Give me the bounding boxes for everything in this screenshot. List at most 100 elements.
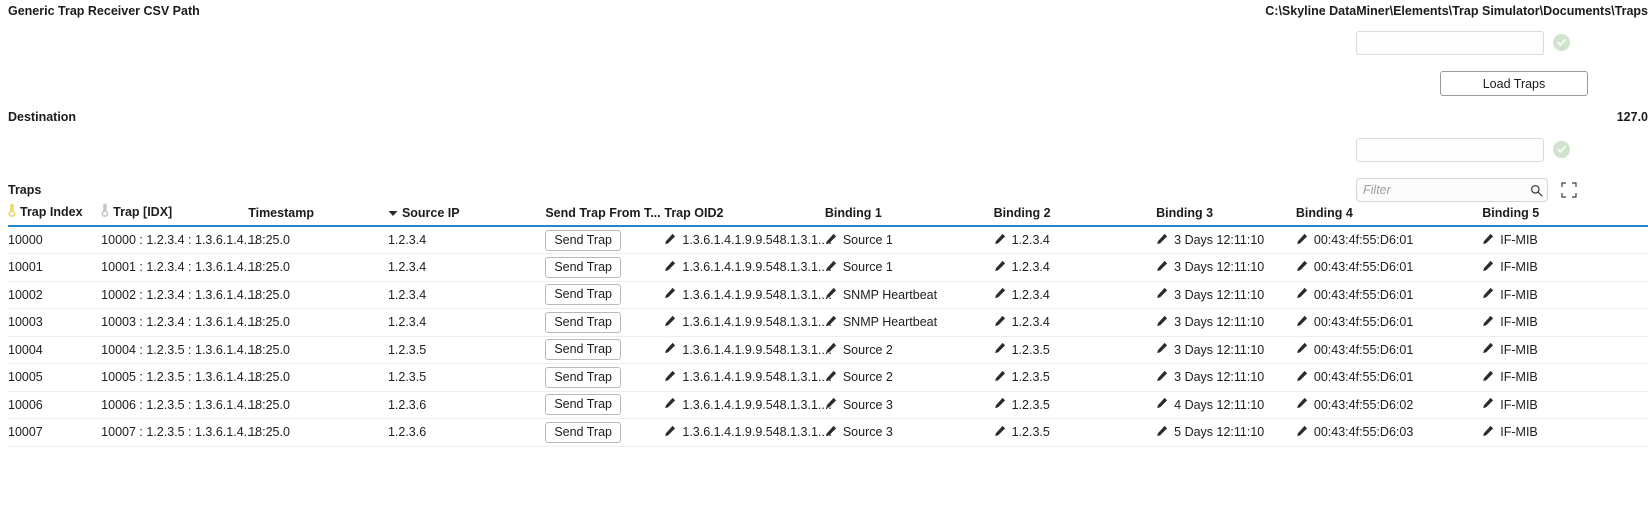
- edit-pencil-icon[interactable]: [1296, 342, 1308, 357]
- table-row[interactable]: 10000 10000 : 1.2.3.4 : 1.3.6.1.4.... 18…: [8, 226, 1648, 254]
- edit-pencil-icon[interactable]: [1156, 287, 1168, 302]
- column-header-source-ip[interactable]: Source IP: [387, 203, 546, 227]
- edit-pencil-icon[interactable]: [1482, 260, 1494, 275]
- edit-pencil-icon[interactable]: [1156, 260, 1168, 275]
- column-header-binding-1[interactable]: Binding 1: [824, 203, 994, 227]
- send-trap-button[interactable]: Send Trap: [545, 394, 621, 416]
- send-trap-button[interactable]: Send Trap: [545, 339, 621, 361]
- edit-pencil-icon[interactable]: [1482, 397, 1494, 412]
- cell-binding-4: 00:43:4f:55:D6:03: [1295, 418, 1483, 447]
- table-row[interactable]: 10005 10005 : 1.2.3.5 : 1.3.6.1.4.... 18…: [8, 363, 1648, 392]
- edit-pencil-icon[interactable]: [1156, 315, 1168, 330]
- column-header-binding-2[interactable]: Binding 2: [993, 203, 1157, 227]
- edit-pencil-icon[interactable]: [994, 342, 1006, 357]
- edit-pencil-icon[interactable]: [1296, 315, 1308, 330]
- edit-pencil-icon[interactable]: [1482, 425, 1494, 440]
- edit-pencil-icon[interactable]: [664, 370, 676, 385]
- edit-pencil-icon[interactable]: [1482, 315, 1494, 330]
- edit-pencil-icon[interactable]: [994, 425, 1006, 440]
- edit-pencil-icon[interactable]: [1156, 233, 1168, 248]
- edit-pencil-icon[interactable]: [994, 397, 1006, 412]
- send-trap-button[interactable]: Send Trap: [545, 229, 621, 251]
- table-row[interactable]: 10001 10001 : 1.2.3.4 : 1.3.6.1.4.... 18…: [8, 253, 1648, 282]
- edit-pencil-icon[interactable]: [825, 425, 837, 440]
- edit-pencil-icon[interactable]: [994, 287, 1006, 302]
- edit-pencil-icon[interactable]: [664, 287, 676, 302]
- edit-pencil-icon[interactable]: [994, 233, 1006, 248]
- table-row[interactable]: 10004 10004 : 1.2.3.5 : 1.3.6.1.4.... 18…: [8, 336, 1648, 364]
- source-ip-value: 1.2.3.4: [387, 260, 427, 275]
- edit-pencil-icon[interactable]: [664, 260, 676, 275]
- edit-pencil-icon[interactable]: [1296, 397, 1308, 412]
- send-trap-button[interactable]: Send Trap: [545, 311, 621, 333]
- column-header-trap-index[interactable]: Trap Index: [8, 203, 102, 227]
- cell-binding-2: 1.2.3.5: [993, 363, 1157, 392]
- traps-filter[interactable]: [1356, 178, 1548, 202]
- edit-pencil-icon[interactable]: [825, 233, 837, 248]
- edit-pencil-icon[interactable]: [825, 397, 837, 412]
- column-header-send-trap-from-table[interactable]: Send Trap From T...: [545, 203, 665, 227]
- edit-pencil-icon[interactable]: [664, 315, 676, 330]
- cell-trap-index: 10003: [8, 308, 102, 337]
- edit-pencil-icon[interactable]: [994, 370, 1006, 385]
- edit-pencil-icon[interactable]: [1482, 370, 1494, 385]
- edit-pencil-icon[interactable]: [825, 342, 837, 357]
- edit-pencil-icon[interactable]: [825, 315, 837, 330]
- edit-pencil-icon[interactable]: [994, 315, 1006, 330]
- edit-pencil-icon[interactable]: [1482, 287, 1494, 302]
- send-trap-button[interactable]: Send Trap: [545, 421, 621, 443]
- cell-trap-idx: 10006 : 1.2.3.5 : 1.3.6.1.4....: [101, 391, 258, 419]
- edit-pencil-icon[interactable]: [1156, 342, 1168, 357]
- column-header-binding-5[interactable]: Binding 5: [1482, 203, 1648, 227]
- table-row[interactable]: 10003 10003 : 1.2.3.4 : 1.3.6.1.4.... 18…: [8, 308, 1648, 337]
- check-circle-icon: [1553, 141, 1570, 158]
- edit-pencil-icon[interactable]: [1482, 342, 1494, 357]
- cell-binding-1: Source 3: [824, 391, 994, 419]
- edit-pencil-icon[interactable]: [825, 287, 837, 302]
- binding-5-value: IF-MIB: [1500, 287, 1538, 302]
- edit-pencil-icon[interactable]: [1296, 260, 1308, 275]
- source-ip-value: 1.2.3.6: [387, 425, 427, 440]
- edit-pencil-icon[interactable]: [1296, 425, 1308, 440]
- cell-trap-idx: 10001 : 1.2.3.4 : 1.3.6.1.4....: [101, 253, 258, 282]
- column-header-binding-3[interactable]: Binding 3: [1156, 203, 1296, 227]
- edit-pencil-icon[interactable]: [1156, 370, 1168, 385]
- trap-index-value: 10004: [8, 342, 43, 357]
- column-header-binding-4[interactable]: Binding 4: [1295, 203, 1483, 227]
- edit-pencil-icon[interactable]: [1296, 287, 1308, 302]
- binding-3-value: 4 Days 12:11:10: [1174, 397, 1265, 412]
- edit-pencil-icon[interactable]: [825, 260, 837, 275]
- column-header-trap-idx[interactable]: Trap [IDX]: [101, 203, 249, 227]
- expand-fullscreen-icon[interactable]: [1561, 182, 1577, 198]
- cell-trap-idx: 10000 : 1.2.3.4 : 1.3.6.1.4....: [101, 226, 258, 254]
- search-icon[interactable]: [1530, 184, 1549, 197]
- edit-pencil-icon[interactable]: [825, 370, 837, 385]
- edit-pencil-icon[interactable]: [664, 425, 676, 440]
- csv-path-input[interactable]: [1356, 31, 1544, 55]
- send-trap-button[interactable]: Send Trap: [545, 284, 621, 306]
- edit-pencil-icon[interactable]: [994, 260, 1006, 275]
- edit-pencil-icon[interactable]: [1156, 397, 1168, 412]
- edit-pencil-icon[interactable]: [664, 233, 676, 248]
- table-row[interactable]: 10006 10006 : 1.2.3.5 : 1.3.6.1.4.... 18…: [8, 391, 1648, 419]
- cell-timestamp: 18:25.0: [248, 281, 388, 309]
- cell-send-trap: Send Trap: [545, 391, 665, 419]
- send-trap-button[interactable]: Send Trap: [545, 256, 621, 278]
- column-header-timestamp[interactable]: Timestamp: [248, 203, 388, 227]
- load-traps-button[interactable]: Load Traps: [1440, 71, 1588, 96]
- send-trap-button[interactable]: Send Trap: [545, 366, 621, 388]
- destination-input[interactable]: [1356, 138, 1544, 162]
- edit-pencil-icon[interactable]: [1482, 233, 1494, 248]
- column-header-trap-oid2[interactable]: Trap OID2: [664, 203, 825, 227]
- table-row[interactable]: 10007 10007 : 1.2.3.5 : 1.3.6.1.4.... 18…: [8, 418, 1648, 447]
- edit-pencil-icon[interactable]: [1156, 425, 1168, 440]
- edit-pencil-icon[interactable]: [664, 397, 676, 412]
- table-row[interactable]: 10002 10002 : 1.2.3.4 : 1.3.6.1.4.... 18…: [8, 281, 1648, 309]
- cell-trap-oid2: 1.3.6.1.4.1.9.9.548.1.3.1....: [664, 391, 832, 419]
- edit-pencil-icon[interactable]: [664, 342, 676, 357]
- cell-source-ip: 1.2.3.4: [387, 308, 546, 337]
- filter-input[interactable]: [1357, 183, 1530, 197]
- edit-pencil-icon[interactable]: [1296, 370, 1308, 385]
- cell-binding-5: IF-MIB: [1482, 418, 1648, 447]
- edit-pencil-icon[interactable]: [1296, 233, 1308, 248]
